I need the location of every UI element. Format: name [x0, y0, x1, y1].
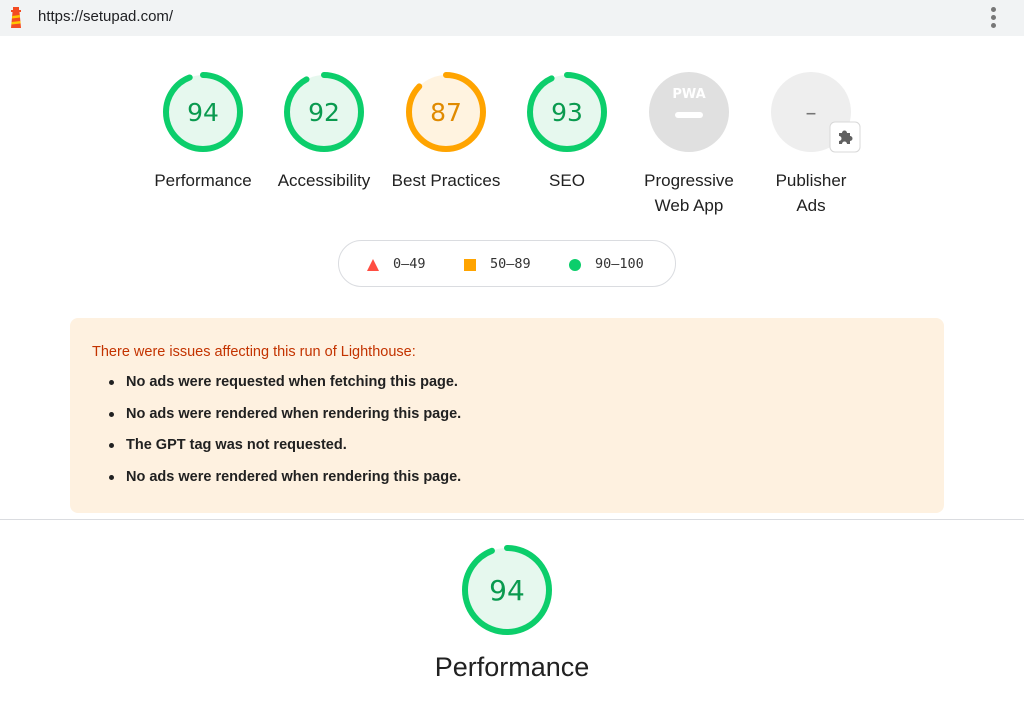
gauge-label: Accessibility [277, 171, 371, 190]
warning-list: No ads were requested when fetching this… [108, 372, 461, 499]
gauge-score: 94 [187, 98, 219, 127]
gauge-score: 87 [430, 98, 462, 127]
lighthouse-icon [8, 6, 24, 30]
triangle-icon [366, 258, 380, 272]
gauge-label: Progressive Web App [644, 171, 734, 215]
gauge-performance[interactable]: 94 Performance [143, 70, 263, 193]
gauge-score: – [806, 101, 817, 126]
gauge-score: 92 [308, 98, 340, 127]
gauge-label: Publisher Ads [775, 171, 847, 215]
pwa-badge-icon: PWA [647, 70, 731, 154]
legend-average-range: 50–89 [490, 256, 531, 272]
pwa-badge-text: PWA [672, 87, 705, 102]
gauge-ring: 87 [404, 70, 488, 154]
gauge-label: Performance [154, 171, 252, 190]
puzzle-icon [829, 121, 861, 153]
performance-section-gauge: 94 [460, 543, 554, 637]
score-legend: 0–49 50–89 90–100 [338, 240, 676, 287]
run-warnings: There were issues affecting this run of … [70, 318, 944, 513]
circle-icon [568, 258, 582, 272]
gauge-ring: 92 [282, 70, 366, 154]
url-text[interactable]: https://setupad.com/ [38, 8, 173, 25]
more-vert-icon[interactable] [988, 6, 1000, 30]
section-title: Performance [434, 652, 590, 682]
address-bar: https://setupad.com/ [0, 0, 1024, 36]
warning-item: No ads were requested when fetching this… [108, 372, 461, 404]
gauge-score: 93 [551, 98, 583, 127]
legend-pass-range: 90–100 [595, 256, 644, 272]
gauge-label: SEO [549, 171, 585, 190]
legend-fail-range: 0–49 [393, 256, 426, 272]
section-score: 94 [489, 574, 525, 607]
gauge-seo[interactable]: 93 SEO [507, 70, 627, 193]
section-divider [0, 519, 1024, 520]
gauge-best-practices[interactable]: 87 Best Practices [386, 70, 506, 193]
gauge-pwa[interactable]: PWA Progressive Web App [629, 70, 749, 218]
warning-item: No ads were rendered when rendering this… [108, 467, 461, 499]
gauge-label: Best Practices [391, 171, 501, 190]
warning-title: There were issues affecting this run of … [92, 344, 416, 360]
gauge-accessibility[interactable]: 92 Accessibility [264, 70, 384, 193]
gauge-publisher-ads[interactable]: – Publisher Ads [751, 70, 871, 218]
warning-item: No ads were rendered when rendering this… [108, 404, 461, 436]
gauge-ring: 94 [161, 70, 245, 154]
gauge-ring: 93 [525, 70, 609, 154]
square-icon [463, 258, 477, 272]
warning-item: The GPT tag was not requested. [108, 435, 461, 467]
